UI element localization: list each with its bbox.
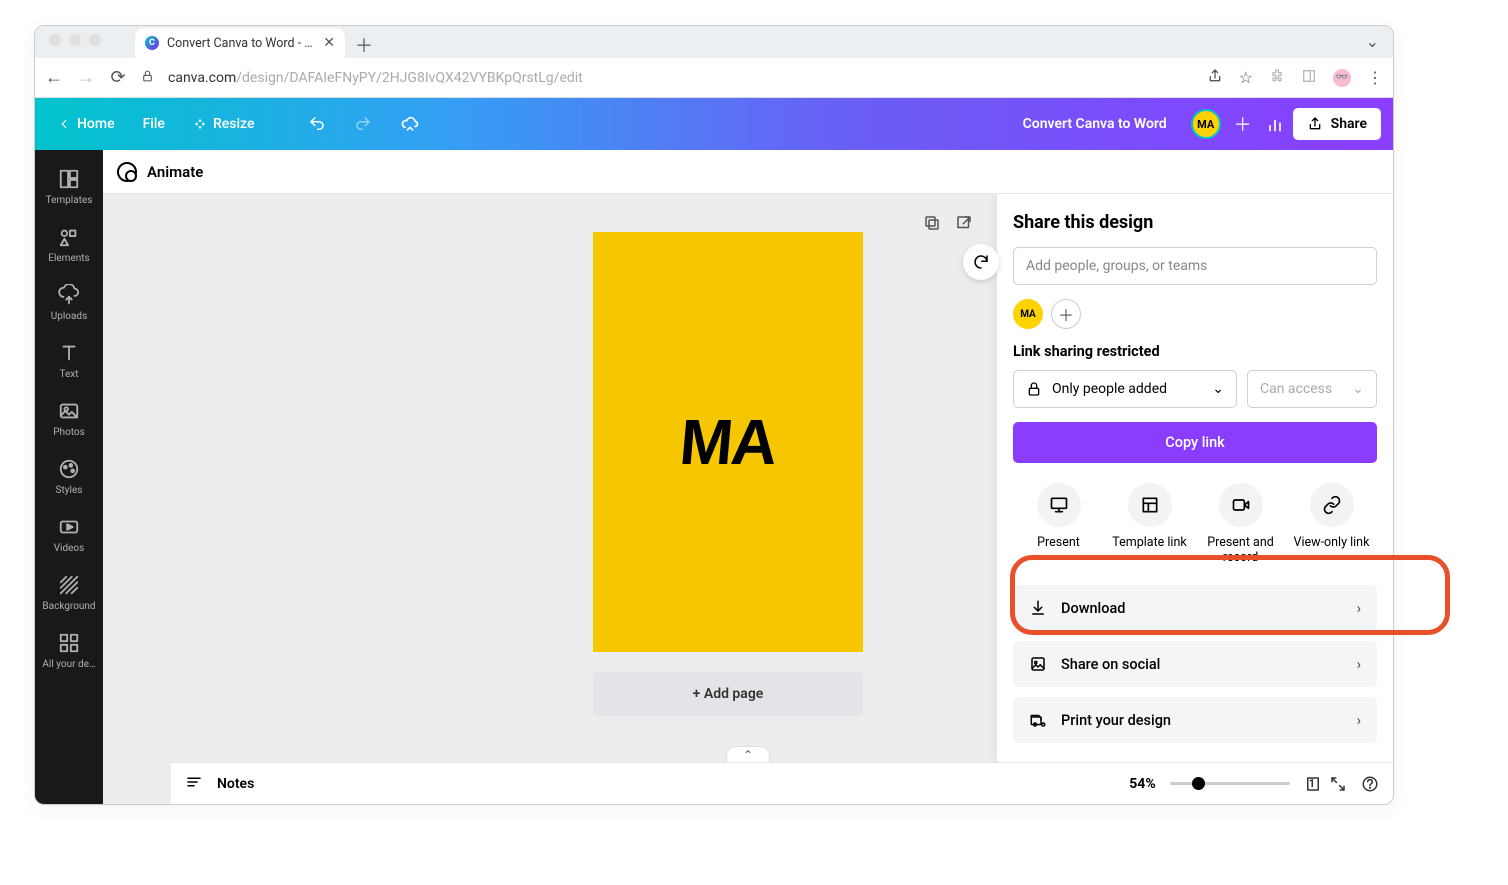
share-panel: Share this design Add people, groups, or… — [997, 194, 1393, 762]
add-page-button[interactable]: + Add page — [593, 672, 863, 716]
page-drawer-handle[interactable]: ⌃ — [726, 746, 770, 762]
add-person-button[interactable]: ＋ — [1051, 299, 1081, 329]
home-label: Home — [77, 116, 115, 132]
side-rail: Templates Elements Uploads Text Photos S… — [35, 150, 103, 804]
rail-styles[interactable]: Styles — [35, 448, 103, 506]
print-design-option[interactable]: Print your design › — [1013, 697, 1377, 743]
file-label: File — [143, 116, 165, 132]
animate-button[interactable]: Animate — [147, 163, 203, 181]
profile-avatar[interactable]: 👓 — [1333, 69, 1351, 87]
fullscreen-button[interactable] — [1329, 775, 1347, 793]
tab-strip: C Convert Canva to Word - Flyer ✕ ＋ ⌄ — [35, 26, 1393, 58]
open-external-icon[interactable] — [955, 214, 973, 236]
view-only-link-button[interactable]: View-only link — [1292, 483, 1372, 565]
add-page-label: + Add page — [693, 686, 764, 702]
copy-link-button[interactable]: Copy link — [1013, 422, 1377, 463]
rail-text[interactable]: Text — [35, 332, 103, 390]
print-label: Print your design — [1061, 712, 1171, 729]
page-count-badge[interactable]: 1 — [1304, 775, 1315, 793]
help-button[interactable] — [1361, 775, 1379, 793]
tab-close-icon[interactable]: ✕ — [323, 35, 335, 51]
menu-icon[interactable]: ⋮ — [1367, 68, 1383, 87]
page-action-icons — [923, 214, 973, 236]
duplicate-page-icon[interactable] — [923, 214, 941, 236]
reload-button[interactable]: ⟳ — [109, 67, 127, 88]
sidepanel-icon[interactable] — [1301, 68, 1317, 88]
notes-icon — [185, 773, 203, 795]
file-button[interactable]: File — [133, 110, 175, 138]
url-host: canva.com — [168, 70, 236, 86]
user-avatar[interactable]: MA — [1191, 109, 1221, 139]
rail-background[interactable]: Background — [35, 564, 103, 622]
workspace: Templates Elements Uploads Text Photos S… — [35, 150, 1393, 804]
resize-label: Resize — [213, 116, 255, 132]
zoom-value[interactable]: 54% — [1129, 776, 1155, 792]
share-button[interactable]: Share — [1293, 108, 1381, 140]
rail-all-designs[interactable]: All your de… — [35, 622, 103, 680]
bookmark-icon[interactable]: ☆ — [1239, 68, 1253, 87]
canva-app: Home File Resize Convert Canva to Word M… — [35, 98, 1393, 804]
share-people-input[interactable]: Add people, groups, or teams — [1013, 247, 1377, 285]
notes-button[interactable]: Notes — [217, 776, 254, 792]
traffic-max[interactable] — [89, 34, 101, 46]
permission-label: Can access — [1260, 381, 1332, 397]
bottom-bar: Notes 54% 1 — [171, 762, 1393, 804]
editor: Animate MA + Add page Share this design — [103, 150, 1393, 804]
animate-icon — [117, 162, 137, 182]
forward-button: → — [77, 67, 95, 88]
present-record-button[interactable]: Present and record — [1201, 483, 1281, 565]
home-button[interactable]: Home — [47, 110, 125, 138]
rail-uploads[interactable]: Uploads — [35, 274, 103, 332]
browser-tab[interactable]: C Convert Canva to Word - Flyer ✕ — [135, 28, 345, 58]
rail-templates[interactable]: Templates — [35, 158, 103, 216]
zoom-slider[interactable] — [1170, 782, 1290, 785]
undo-button[interactable] — [298, 109, 336, 139]
document-title[interactable]: Convert Canva to Word — [1023, 116, 1167, 132]
template-link-button[interactable]: Template link — [1110, 483, 1190, 565]
favicon-icon: C — [145, 36, 159, 50]
resize-button[interactable]: Resize — [183, 110, 265, 138]
rail-videos[interactable]: Videos — [35, 506, 103, 564]
url-path: /design/DAFAIeFNyPY/2HJG8IvQX42VYBKpQrst… — [236, 70, 583, 86]
share-avatar[interactable]: MA — [1013, 299, 1043, 329]
download-option[interactable]: Download › — [1013, 585, 1377, 631]
share-label: Share — [1331, 116, 1367, 132]
add-member-button[interactable]: ＋ — [1229, 110, 1257, 138]
regenerate-button[interactable] — [963, 244, 999, 280]
access-scope-dropdown[interactable]: Only people added ⌄ — [1013, 370, 1237, 408]
canvas-area[interactable]: MA + Add page Share this design Add peop… — [103, 194, 1393, 804]
tab-title: Convert Canva to Word - Flyer — [167, 36, 315, 51]
address-bar[interactable]: canva.com/design/DAFAIeFNyPY/2HJG8IvQX42… — [168, 70, 1193, 86]
address-bar-row: ← → ⟳ canva.com/design/DAFAIeFNyPY/2HJG8… — [35, 58, 1393, 98]
back-button[interactable]: ← — [45, 67, 63, 88]
share-page-icon[interactable] — [1207, 68, 1223, 88]
share-social-label: Share on social — [1061, 656, 1160, 673]
app-top-bar: Home File Resize Convert Canva to Word M… — [35, 98, 1393, 150]
traffic-min[interactable] — [69, 34, 81, 46]
redo-button[interactable] — [344, 109, 382, 139]
link-sharing-label: Link sharing restricted — [1013, 343, 1377, 360]
browser-window: C Convert Canva to Word - Flyer ✕ ＋ ⌄ ← … — [34, 25, 1394, 805]
cloud-sync-icon[interactable] — [390, 108, 430, 140]
context-bar: Animate — [103, 150, 1393, 194]
traffic-close[interactable] — [49, 34, 61, 46]
tabs-chevron-icon[interactable]: ⌄ — [1366, 32, 1379, 51]
rail-photos[interactable]: Photos — [35, 390, 103, 448]
share-social-option[interactable]: Share on social › — [1013, 641, 1377, 687]
insights-button[interactable] — [1265, 114, 1285, 134]
download-label: Download — [1061, 600, 1125, 617]
canvas-page[interactable]: MA — [593, 232, 863, 652]
extensions-icon[interactable] — [1269, 68, 1285, 88]
rail-elements[interactable]: Elements — [35, 216, 103, 274]
permission-dropdown: Can access ⌄ — [1247, 370, 1377, 408]
share-panel-title: Share this design — [1013, 212, 1377, 233]
present-button[interactable]: Present — [1019, 483, 1099, 565]
access-scope-label: Only people added — [1052, 381, 1167, 397]
lock-icon[interactable] — [141, 69, 154, 87]
canvas-text[interactable]: MA — [677, 405, 779, 479]
new-tab-button[interactable]: ＋ — [355, 32, 373, 58]
